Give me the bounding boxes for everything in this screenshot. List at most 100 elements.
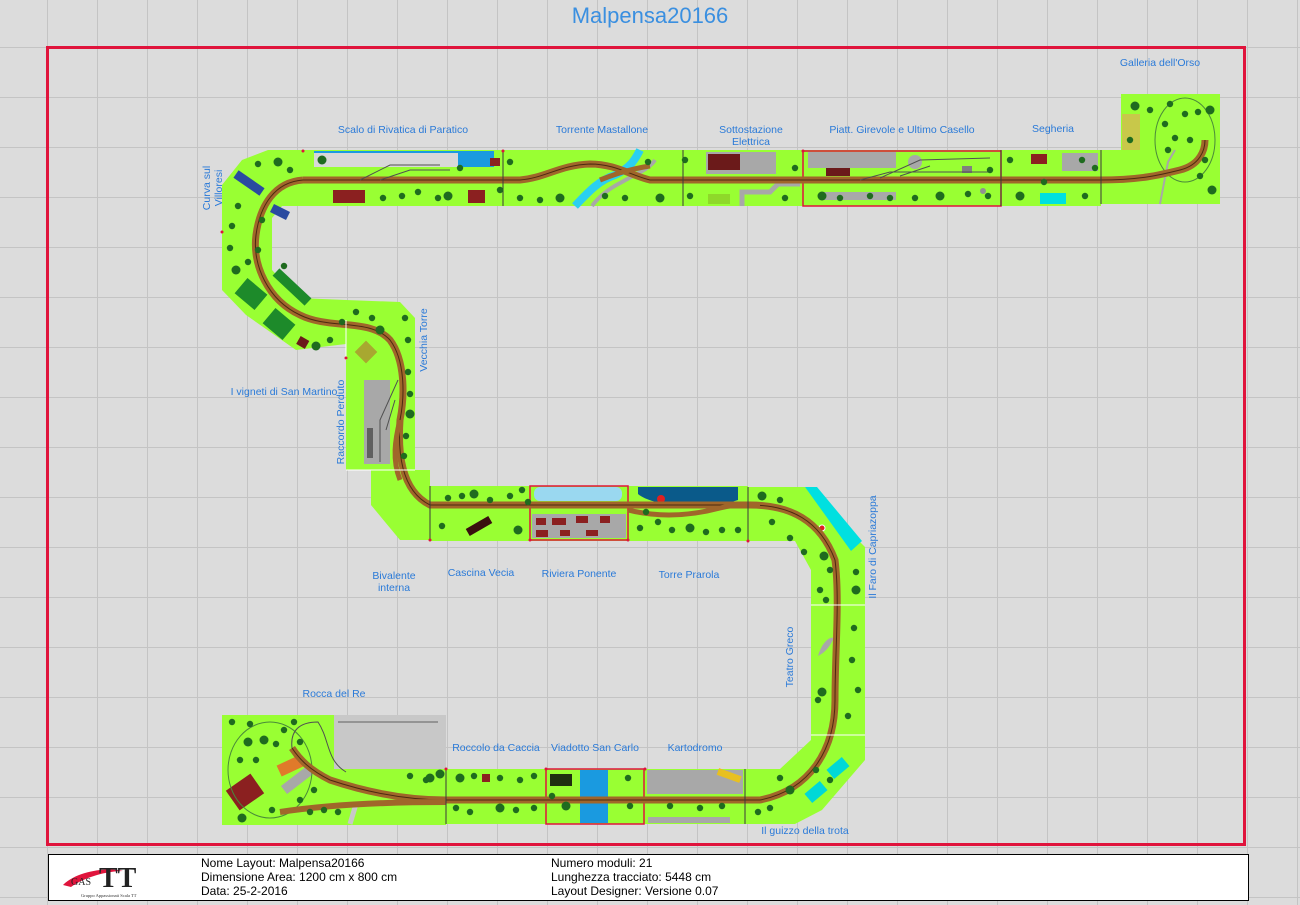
tree xyxy=(444,494,452,502)
tree xyxy=(621,194,629,202)
label-vecchia-torre: Vecchia Torre xyxy=(418,308,430,372)
tree xyxy=(826,566,834,574)
tree xyxy=(435,769,445,779)
tree xyxy=(1040,178,1048,186)
tree xyxy=(290,718,298,726)
tree xyxy=(776,496,784,504)
tree xyxy=(1194,108,1202,116)
joint-marker xyxy=(643,767,647,771)
tree xyxy=(1205,105,1215,115)
segheria-shed xyxy=(1031,154,1047,164)
riviera-house xyxy=(536,518,546,525)
tree xyxy=(434,194,442,202)
tree xyxy=(822,596,830,604)
tree xyxy=(812,766,820,774)
tree xyxy=(718,526,726,534)
tree xyxy=(234,202,242,210)
tree xyxy=(1130,101,1140,111)
tree xyxy=(406,772,414,780)
tree xyxy=(850,624,858,632)
joint-marker xyxy=(444,767,448,771)
info-dimensione-area: Dimensione Area: 1200 cm x 800 cm xyxy=(201,870,398,884)
tree xyxy=(458,492,466,500)
info-numero-moduli: Numero moduli: 21 xyxy=(551,856,653,870)
tree xyxy=(352,308,360,316)
tree xyxy=(1171,134,1179,142)
joint-marker xyxy=(801,149,805,153)
label-bivalente-interna: Bivalente interna xyxy=(372,570,415,594)
tree xyxy=(816,586,824,594)
tree xyxy=(231,265,241,275)
tree xyxy=(1146,106,1154,114)
label-teatro-greco: Teatro Greco xyxy=(784,626,796,687)
tree xyxy=(516,194,524,202)
tree xyxy=(1126,136,1134,144)
tree xyxy=(781,194,789,202)
riviera-house xyxy=(560,530,570,536)
tree xyxy=(666,802,674,810)
tree xyxy=(296,796,304,804)
tree xyxy=(414,188,422,196)
tree xyxy=(984,192,992,200)
tree xyxy=(561,801,571,811)
tree xyxy=(243,737,253,747)
tree xyxy=(791,164,799,172)
piatt-house xyxy=(826,168,850,176)
tree xyxy=(1166,100,1174,108)
tree xyxy=(844,712,852,720)
tree xyxy=(718,802,726,810)
tree xyxy=(495,803,505,813)
tree xyxy=(368,314,376,322)
tree xyxy=(466,808,474,816)
tree xyxy=(624,774,632,782)
rocca-castle-grounds xyxy=(334,715,446,769)
tree xyxy=(228,718,236,726)
tree xyxy=(800,548,808,556)
tree xyxy=(836,194,844,202)
galleria-pad xyxy=(1122,114,1140,150)
label-faro-capriazoppa: Il Faro di Capriazoppa xyxy=(867,495,879,598)
label-viadotto-san-carlo: Viadotto San Carlo xyxy=(551,742,639,754)
tree xyxy=(516,776,524,784)
tree xyxy=(655,193,665,203)
tree xyxy=(817,191,827,201)
label-torre-prarola: Torre Prarola xyxy=(659,569,720,581)
tree xyxy=(280,262,288,270)
tree xyxy=(404,368,412,376)
label-rocca-del-re: Rocca del Re xyxy=(302,688,365,700)
joint-marker xyxy=(344,356,348,360)
tree xyxy=(681,156,689,164)
tree xyxy=(469,489,479,499)
tree xyxy=(452,804,460,812)
segheria-pond xyxy=(1040,193,1066,204)
tree xyxy=(1081,192,1089,200)
joint-marker xyxy=(528,538,532,542)
tree xyxy=(506,492,514,500)
tree xyxy=(226,244,234,252)
tree xyxy=(866,192,874,200)
tree xyxy=(685,523,695,533)
tree xyxy=(1091,164,1099,172)
label-segheria: Segheria xyxy=(1032,123,1074,135)
raccordo-wagon xyxy=(367,428,373,458)
tree xyxy=(536,196,544,204)
tree xyxy=(244,258,252,266)
label-cascina-vecia: Cascina Vecia xyxy=(448,567,515,579)
tree xyxy=(311,341,321,351)
riviera-house xyxy=(576,516,588,523)
tree xyxy=(626,802,634,810)
tree xyxy=(768,518,776,526)
label-riviera-ponente: Riviera Ponente xyxy=(542,568,617,580)
tree xyxy=(754,808,762,816)
tree xyxy=(1006,156,1014,164)
tree xyxy=(306,808,314,816)
tree xyxy=(668,526,676,534)
tree xyxy=(513,525,523,535)
tree xyxy=(320,806,328,814)
tree xyxy=(400,452,408,460)
tree xyxy=(401,314,409,322)
tree xyxy=(486,496,494,504)
joint-marker xyxy=(301,149,305,153)
tree xyxy=(548,792,556,800)
tree xyxy=(280,726,288,734)
